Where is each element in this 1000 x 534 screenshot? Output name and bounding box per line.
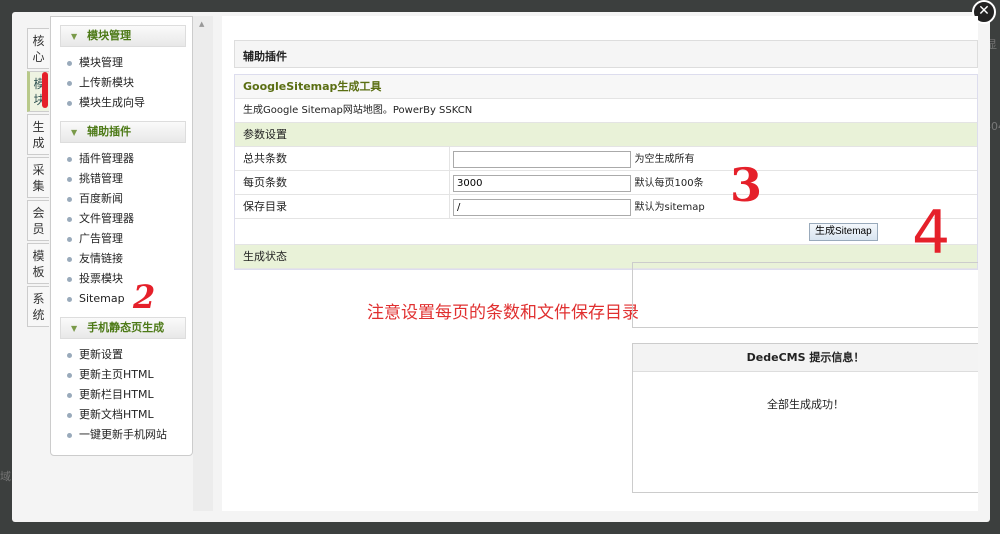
menu-item-label: 插件管理器 xyxy=(79,152,134,165)
bullet-icon xyxy=(67,216,72,222)
tool-title: GoogleSitemap生成工具 xyxy=(235,75,977,99)
scroll-up-icon[interactable]: ▲ xyxy=(199,20,204,28)
menu-group-header[interactable]: ▼ 辅助插件 xyxy=(60,121,186,143)
tool-description: 生成Google Sitemap网站地图。PowerBy SSKCN xyxy=(235,99,977,123)
tab-2[interactable]: 生 成 xyxy=(27,114,49,155)
bullet-icon xyxy=(67,392,72,398)
message-title: DedeCMS 提示信息！ xyxy=(633,344,978,372)
params-header: 参数设置 xyxy=(235,123,977,147)
param-label: 每页条数 xyxy=(243,176,287,189)
param-label: 保存目录 xyxy=(243,200,287,213)
menu-item-label: 更新栏目HTML xyxy=(79,388,154,401)
sitemap-tool-panel: GoogleSitemap生成工具 生成Google Sitemap网站地图。P… xyxy=(234,74,978,270)
menu-item-label: 更新设置 xyxy=(79,348,123,361)
bullet-icon xyxy=(67,80,72,86)
bullet-icon xyxy=(67,60,72,66)
menu-item[interactable]: 模块管理 xyxy=(51,53,192,73)
tab-6[interactable]: 系 统 xyxy=(27,286,49,327)
annotation-1 xyxy=(42,72,48,108)
submit-row: 生成Sitemap xyxy=(235,219,977,245)
status-frame xyxy=(632,262,978,328)
bullet-icon xyxy=(67,156,72,162)
menu-item[interactable]: 友情链接 xyxy=(51,249,192,269)
menu-item[interactable]: 模块生成向导 xyxy=(51,93,192,113)
menu-item-label: Sitemap xyxy=(79,292,125,305)
chevron-down-icon: ▼ xyxy=(71,32,78,41)
tab-5[interactable]: 模 板 xyxy=(27,243,49,284)
menu-group-title: 辅助插件 xyxy=(87,125,132,138)
param-hint: 默认为sitemap xyxy=(634,202,705,213)
tab-3[interactable]: 采 集 xyxy=(27,157,49,198)
chevron-down-icon: ▼ xyxy=(71,128,78,137)
scrollbar[interactable]: ▲ xyxy=(193,16,213,511)
param-row: 总共条数 为空生成所有 xyxy=(235,147,977,171)
menu-item[interactable]: 更新主页HTML xyxy=(51,365,192,385)
annotation-4: 4 xyxy=(912,198,951,268)
chevron-down-icon: ▼ xyxy=(71,324,78,333)
menu-item-label: 模块管理 xyxy=(79,56,123,69)
menu-item-label: 一键更新手机网站 xyxy=(79,428,167,441)
menu-group-header[interactable]: ▼ 手机静态页生成 xyxy=(60,317,186,339)
param-input[interactable] xyxy=(453,174,631,192)
bullet-icon xyxy=(67,196,72,202)
menu-item[interactable]: 文件管理器 xyxy=(51,209,192,229)
menu-group-title: 模块管理 xyxy=(87,29,132,42)
menu-item[interactable]: 挑错管理 xyxy=(51,169,192,189)
param-input[interactable] xyxy=(453,150,631,168)
bullet-icon xyxy=(67,100,72,106)
menu-item-label: 模块生成向导 xyxy=(79,96,145,109)
param-row: 保存目录 默认为sitemap xyxy=(235,195,977,219)
bullet-icon xyxy=(67,276,72,282)
menu-group-header[interactable]: ▼ 模块管理 xyxy=(60,25,186,47)
annotation-3: 3 xyxy=(730,158,763,212)
param-label: 总共条数 xyxy=(243,152,287,165)
bg-text: 域 xyxy=(0,470,11,483)
menu-item-label: 友情链接 xyxy=(79,252,123,265)
bullet-icon xyxy=(67,412,72,418)
bullet-icon xyxy=(67,296,72,302)
menu-item[interactable]: 上传新模块 xyxy=(51,73,192,93)
generate-sitemap-button[interactable]: 生成Sitemap xyxy=(809,223,878,241)
menu-item-label: 投票模块 xyxy=(79,272,123,285)
menu-item-label: 百度新闻 xyxy=(79,192,123,205)
menu-item-label: 文件管理器 xyxy=(79,212,134,225)
tab-4[interactable]: 会 员 xyxy=(27,200,49,241)
menu-item[interactable]: 一键更新手机网站 xyxy=(51,425,192,445)
sidebar-menu: ▼ 模块管理 模块管理 上传新模块 模块生成向导 ▼ 辅助插件 插件管理器 挑错管理 百度新闻 文件… xyxy=(50,16,193,456)
menu-item-label: 更新主页HTML xyxy=(79,368,154,381)
param-input[interactable] xyxy=(453,198,631,216)
param-hint: 为空生成所有 xyxy=(634,154,695,165)
message-box: DedeCMS 提示信息！ 全部生成成功！ xyxy=(632,343,978,493)
menu-item[interactable]: 更新栏目HTML xyxy=(51,385,192,405)
menu-item[interactable]: 广告管理 xyxy=(51,229,192,249)
bullet-icon xyxy=(67,256,72,262)
menu-item[interactable]: 更新设置 xyxy=(51,345,192,365)
bullet-icon xyxy=(67,176,72,182)
menu-item-label: 更新文档HTML xyxy=(79,408,154,421)
tab-0[interactable]: 核 心 xyxy=(27,28,49,69)
menu-item[interactable]: 百度新闻 xyxy=(51,189,192,209)
param-hint: 默认每页100条 xyxy=(634,178,704,189)
menu-item-label: 挑错管理 xyxy=(79,172,123,185)
menu-item[interactable]: 插件管理器 xyxy=(51,149,192,169)
instruction-note: 注意设置每页的条数和文件保存目录 xyxy=(367,303,639,323)
bullet-icon xyxy=(67,372,72,378)
menu-item-label: 广告管理 xyxy=(79,232,123,245)
menu-item[interactable]: Sitemap xyxy=(51,289,192,309)
menu-item-label: 上传新模块 xyxy=(79,76,134,89)
bullet-icon xyxy=(67,432,72,438)
menu-item[interactable]: 更新文档HTML xyxy=(51,405,192,425)
annotation-2: 2 xyxy=(133,278,156,316)
param-row: 每页条数 默认每页100条 xyxy=(235,171,977,195)
bullet-icon xyxy=(67,236,72,242)
bullet-icon xyxy=(67,352,72,358)
menu-group-title: 手机静态页生成 xyxy=(87,321,165,334)
menu-item[interactable]: 投票模块 xyxy=(51,269,192,289)
page-title: 辅助插件 xyxy=(234,40,978,68)
message-body: 全部生成成功！ xyxy=(767,398,844,411)
main-content: 辅助插件 GoogleSitemap生成工具 生成Google Sitemap网… xyxy=(222,16,978,511)
